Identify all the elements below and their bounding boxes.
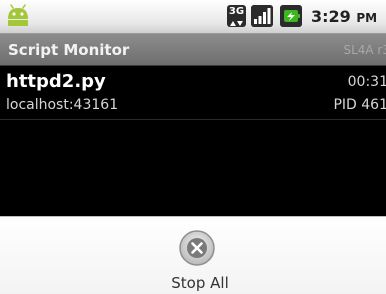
version-label: SL4A r3	[343, 43, 386, 57]
data-arrows-icon	[227, 21, 246, 26]
status-bar: 3G 3:29 PM	[0, 0, 386, 34]
clock-time: 3:29	[311, 7, 351, 26]
stop-all-label: Stop All	[171, 274, 229, 292]
script-pid: PID 461	[333, 97, 386, 113]
network-type-label: 3G	[228, 6, 245, 17]
script-name: httpd2.py	[6, 71, 106, 92]
android-icon	[8, 4, 28, 26]
signal-strength-icon	[251, 5, 273, 27]
battery-charging-icon	[280, 5, 302, 27]
script-list: httpd2.py 00:31 localhost:43161 PID 461	[0, 66, 386, 216]
network-3g-icon: 3G	[227, 5, 246, 27]
close-circle-icon	[179, 230, 215, 266]
script-list-item[interactable]: httpd2.py 00:31 localhost:43161 PID 461	[0, 66, 386, 120]
page-title: Script Monitor	[8, 41, 130, 59]
script-elapsed-time: 00:31	[347, 74, 386, 90]
title-bar: Script Monitor SL4A r3	[0, 34, 386, 66]
options-menu: Stop All	[0, 216, 386, 294]
status-clock: 3:29 PM	[311, 7, 377, 26]
clock-ampm: PM	[356, 11, 378, 25]
stop-all-button[interactable]: Stop All	[140, 219, 260, 293]
script-host: localhost:43161	[6, 97, 119, 113]
